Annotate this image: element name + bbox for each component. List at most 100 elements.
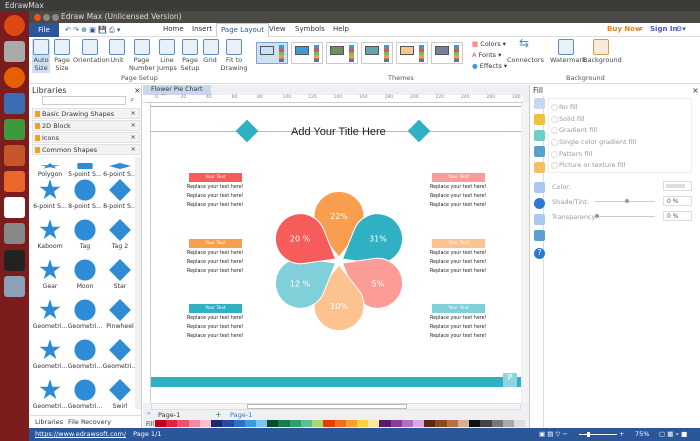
library-category[interactable]: 2D Block × — [32, 120, 140, 131]
body-text[interactable]: Replace your text here! — [430, 267, 487, 277]
text-header-box[interactable]: Your Text — [189, 239, 242, 248]
minimize-icon[interactable] — [43, 14, 50, 21]
zoom-slider[interactable] — [579, 432, 617, 437]
solid-fill-radio[interactable]: Solid fill — [551, 115, 585, 123]
page-icon[interactable] — [534, 182, 545, 193]
colors-button[interactable]: ▦ Colors ▾ — [472, 40, 506, 48]
shade-tint-slider[interactable] — [595, 199, 655, 203]
color-swatch[interactable] — [199, 420, 212, 427]
add-page-icon[interactable]: + — [215, 410, 222, 419]
tab-view[interactable]: View — [269, 25, 286, 33]
document-tab[interactable]: Flower Pie Chart -... × — [143, 85, 211, 100]
pattern-fill-radio[interactable]: Pattern fill — [550, 150, 592, 158]
tab-help[interactable]: Help — [333, 25, 349, 33]
theme-6[interactable] — [431, 42, 463, 64]
body-text[interactable]: Replace your text here! — [430, 332, 487, 342]
color-swatch[interactable] — [244, 420, 256, 427]
close-panel-icon[interactable]: × — [692, 86, 699, 95]
auto-size-button[interactable]: Auto Size — [32, 39, 50, 73]
color-swatch[interactable] — [480, 420, 492, 427]
tab-libraries[interactable]: Libraries — [35, 418, 63, 426]
color-swatch[interactable] — [188, 420, 200, 427]
theme-3[interactable] — [326, 42, 358, 64]
software-center-icon[interactable] — [4, 171, 25, 192]
tab-file-recovery[interactable]: File Recovery — [68, 418, 111, 426]
gradient-fill-radio[interactable]: Gradient fill — [550, 126, 597, 134]
background-button[interactable]: Background — [583, 39, 622, 64]
body-text[interactable]: Replace your text here! — [187, 267, 244, 277]
line-icon[interactable] — [534, 114, 545, 125]
page-selector[interactable]: Page-1 — [158, 411, 180, 419]
color-swatch[interactable] — [155, 420, 167, 427]
page-number-button[interactable]: Page Number — [129, 39, 155, 72]
website-link[interactable]: https://www.edrawsoft.com/ — [35, 430, 126, 438]
color-swatch[interactable] — [390, 420, 402, 427]
color-swatch[interactable] — [413, 420, 425, 427]
text-header-box[interactable]: Your Text — [432, 173, 485, 182]
help-icon[interactable]: ? — [534, 248, 545, 259]
color-swatch[interactable] — [222, 420, 234, 427]
library-shape[interactable]: Geometri... — [32, 299, 68, 330]
quick-access-toolbar[interactable]: ↶ ↷ ⊕ ▣ 💾 ⎙ ▾ — [65, 26, 120, 35]
picture-fill-radio[interactable]: Picture or texture fill — [550, 161, 625, 169]
library-shape[interactable]: 6-point S... — [32, 179, 68, 210]
library-search-input[interactable] — [42, 96, 126, 105]
color-picker[interactable] — [663, 181, 692, 191]
color-swatch[interactable] — [435, 420, 447, 427]
writer-icon[interactable] — [4, 93, 25, 114]
transparency-input[interactable]: 0 % — [663, 211, 692, 221]
library-shape[interactable]: Polygon — [32, 163, 68, 178]
library-shape[interactable]: Kaboom — [32, 219, 68, 250]
library-shape[interactable]: 6-point S... — [102, 163, 138, 178]
library-shape[interactable]: Star — [102, 259, 138, 290]
color-swatch[interactable] — [514, 420, 526, 427]
theme-2[interactable] — [291, 42, 323, 64]
color-swatch[interactable] — [166, 420, 178, 427]
library-category[interactable]: Basic Drawing Shapes × — [32, 108, 140, 119]
connectors-button[interactable]: ⇆ Connectors — [507, 37, 544, 64]
comment-icon[interactable] — [534, 230, 545, 241]
color-swatch[interactable] — [255, 420, 268, 427]
color-swatch[interactable] — [312, 420, 324, 427]
library-shape[interactable]: Geometri... — [67, 299, 103, 330]
body-text[interactable]: Replace your text here! — [187, 332, 244, 342]
library-shape[interactable]: Tag — [67, 219, 103, 250]
color-swatch[interactable] — [457, 420, 470, 427]
color-swatch[interactable] — [368, 420, 380, 427]
library-shape[interactable]: Gear — [32, 259, 68, 290]
library-shape[interactable]: 8-point S... — [102, 179, 138, 210]
shade-tint-input[interactable]: 0 % — [663, 196, 692, 206]
grid-button[interactable]: Grid — [203, 39, 219, 64]
color-swatch[interactable] — [177, 420, 189, 427]
color-swatch[interactable] — [211, 420, 223, 427]
fit-to-drawing-button[interactable]: Fit to Drawing — [220, 39, 248, 72]
shadow-icon[interactable] — [534, 130, 545, 141]
color-swatch[interactable] — [267, 420, 279, 427]
theme-4[interactable] — [361, 42, 393, 64]
single-color-gradient-radio[interactable]: Single color gradient fill — [550, 138, 636, 146]
transparency-slider[interactable] — [595, 214, 655, 218]
no-fill-radio[interactable]: No fill — [551, 103, 578, 111]
fit-icons[interactable]: ▢ ▦ ⌕ ■ — [659, 430, 687, 439]
page-size-button[interactable]: Page Size — [52, 39, 72, 72]
color-swatch[interactable] — [345, 420, 357, 427]
sign-in-link[interactable]: Sign In — [650, 25, 677, 33]
view-mode-icons[interactable]: ▣ ▤ ▽ − — [539, 430, 568, 438]
library-shape[interactable]: Pinwheel — [102, 299, 138, 330]
library-shape[interactable]: 8-point S... — [67, 179, 103, 210]
library-shape[interactable]: Geometri... — [32, 339, 68, 370]
collapse-icon[interactable]: ^ — [146, 411, 151, 419]
globe-icon[interactable] — [534, 198, 545, 209]
color-swatch[interactable] — [323, 420, 335, 427]
library-scrollbar[interactable] — [135, 157, 141, 409]
library-shape[interactable]: Geometri... — [102, 339, 138, 370]
color-swatch[interactable] — [356, 420, 369, 427]
body-text[interactable]: Replace your text here! — [430, 201, 487, 211]
orientation-button[interactable]: Orientation — [73, 39, 110, 64]
close-window-icon[interactable] — [34, 14, 41, 21]
text-header-box[interactable]: Your Text — [432, 239, 485, 248]
library-shape[interactable]: Geometri... — [67, 339, 103, 370]
amazon-icon[interactable] — [4, 197, 25, 218]
unit-button[interactable]: Unit — [108, 39, 126, 64]
fill-icon[interactable] — [534, 98, 545, 109]
